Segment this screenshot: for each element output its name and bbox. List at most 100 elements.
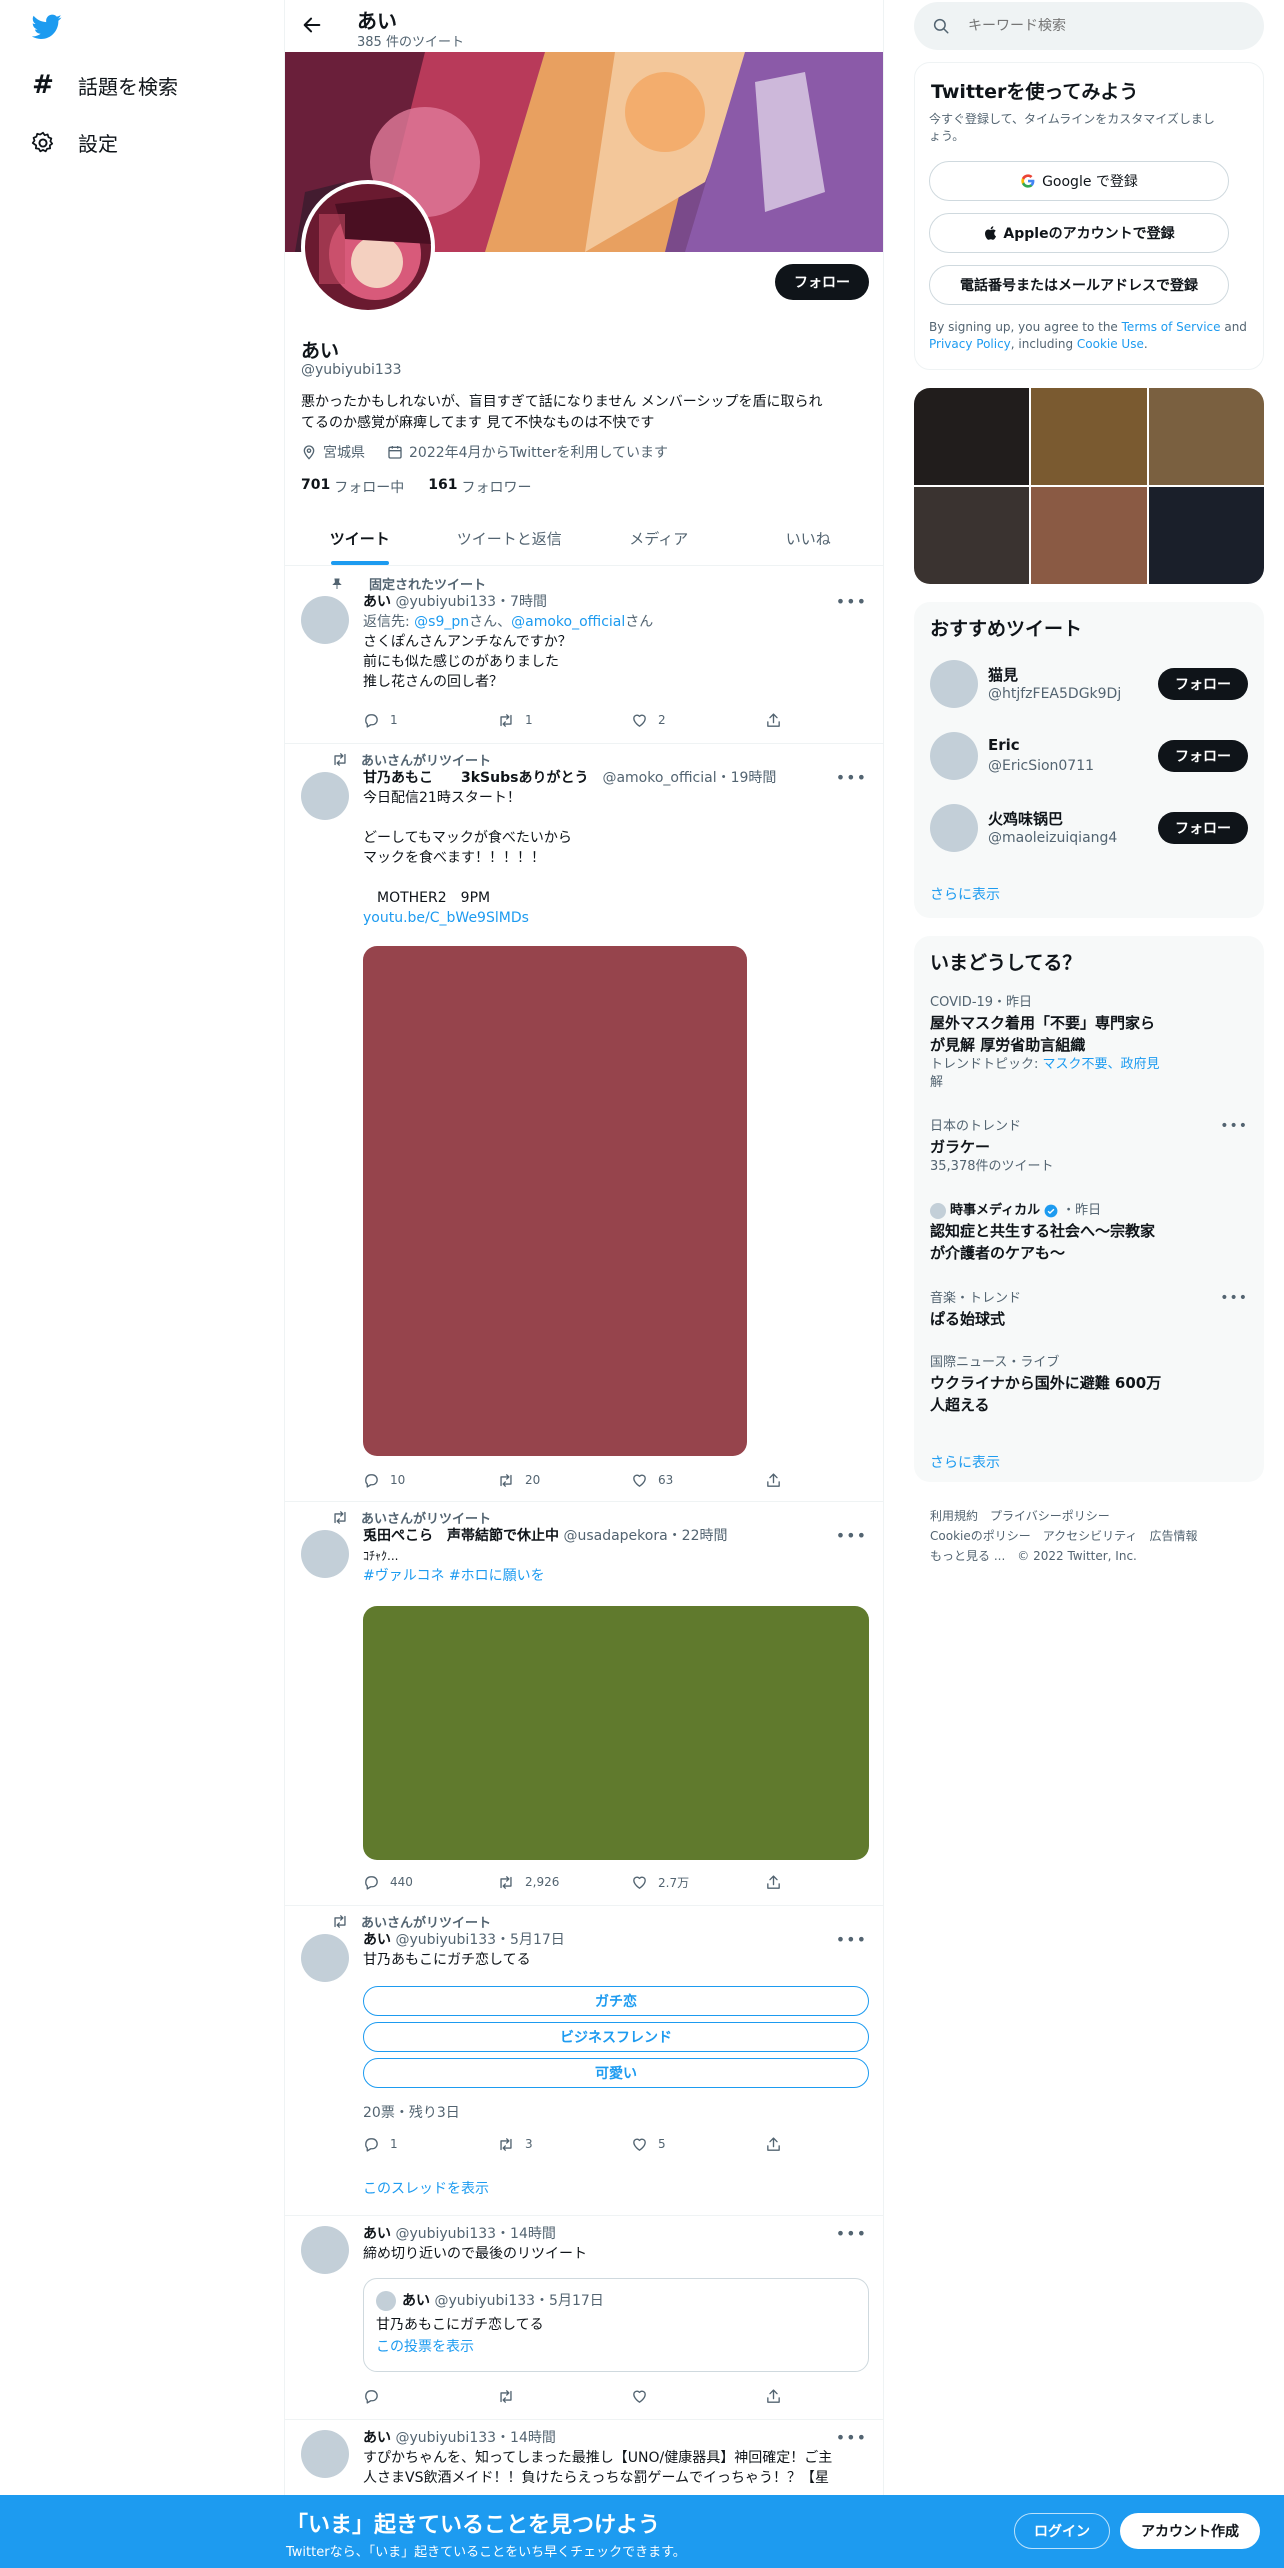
trend-topic-links[interactable]: マスク不要、政府見 — [1043, 1057, 1160, 1072]
avatar[interactable] — [301, 1934, 349, 1982]
trend-item[interactable]: 日本のトレンド ガラケー 35,378件のツイート ••• — [930, 1118, 1248, 1176]
more-options-icon[interactable]: ••• — [836, 2428, 867, 2447]
tweet[interactable]: あい @yubiyubi133・14時間 締め切り近いので最後のリツイート ••… — [285, 2216, 883, 2420]
reply-button[interactable]: 1 — [363, 2134, 497, 2154]
tweet[interactable]: あいさんがリツイート 兎田ぺこら 声帯結節で休止中 @usadapekora・2… — [285, 1502, 883, 1906]
follow-button[interactable]: フォロー — [1158, 740, 1248, 772]
twitter-bird-icon[interactable] — [32, 14, 62, 40]
profile-follow-button[interactable]: フォロー — [775, 264, 869, 300]
footer-privacy-link[interactable]: プライバシーポリシー — [990, 1509, 1110, 1523]
followers-count[interactable]: 161 — [428, 477, 457, 497]
reply-mention[interactable]: @s9_pn — [414, 614, 469, 630]
media-thumbnail[interactable] — [1148, 487, 1264, 584]
google-signup-button[interactable]: Google で登録 — [929, 161, 1229, 201]
followers-label[interactable]: フォロワー — [461, 477, 531, 497]
share-button[interactable] — [765, 2386, 793, 2406]
follow-button[interactable]: フォロー — [1158, 812, 1248, 844]
retweet-button[interactable]: 1 — [497, 710, 631, 730]
reply-button[interactable]: 1 — [363, 710, 497, 730]
media-thumbnail[interactable] — [1148, 388, 1264, 485]
login-button[interactable]: ログイン — [1014, 2513, 1110, 2549]
avatar[interactable] — [930, 660, 978, 708]
tweet[interactable]: あいさんがリツイート あい @yubiyubi133・5月17日 甘乃あもこにガ… — [285, 1906, 883, 2216]
tweet-author-name[interactable]: あい — [363, 2226, 391, 2242]
avatar[interactable] — [930, 804, 978, 852]
recommended-user-name[interactable]: Eric — [988, 736, 1020, 754]
show-poll-link[interactable]: この投票を表示 — [376, 2337, 474, 2357]
poll-option[interactable]: ガチ恋 — [363, 1986, 869, 2016]
like-button[interactable]: 63 — [631, 1470, 765, 1490]
retweet-button[interactable]: 20 — [497, 1470, 631, 1490]
footer-more-link[interactable]: もっと見る ... — [930, 1549, 1005, 1563]
trend-item[interactable]: 音楽・トレンド ぱる始球式 ••• — [930, 1290, 1248, 1330]
tweet-author-name[interactable]: あい — [363, 2430, 391, 2446]
media-thumbnail[interactable] — [914, 388, 1030, 485]
tweet-media-image[interactable] — [363, 946, 747, 1456]
avatar[interactable] — [930, 732, 978, 780]
share-button[interactable] — [765, 1872, 793, 1892]
tweet-author-name[interactable]: 甘乃あもこ 3kSubsありがとう — [363, 770, 588, 786]
avatar[interactable] — [301, 596, 349, 644]
tweet-link[interactable]: youtu.be/C_bWe9SlMDs — [363, 908, 867, 928]
retweet-button[interactable]: 2,926 — [497, 1872, 631, 1892]
avatar[interactable] — [301, 1530, 349, 1578]
tab-tweets[interactable]: ツイート — [285, 512, 435, 565]
privacy-link[interactable]: Privacy Policy — [929, 337, 1011, 351]
media-thumbnail[interactable] — [1031, 487, 1147, 584]
footer-accessibility-link[interactable]: アクセシビリティ — [1043, 1529, 1138, 1543]
tweet-author-name[interactable]: あい — [363, 1932, 391, 1948]
recommended-user-name[interactable]: 猫見 — [988, 664, 1018, 685]
following-label[interactable]: フォロー中 — [334, 477, 404, 497]
more-options-icon[interactable]: ••• — [836, 2224, 867, 2243]
like-button[interactable]: 5 — [631, 2134, 765, 2154]
trend-item[interactable]: COVID-19・昨日 屋外マスク着用「不要」専門家ら が見解 厚労省助言組織 … — [930, 994, 1248, 1092]
more-options-icon[interactable]: ••• — [1220, 1118, 1248, 1134]
more-options-icon[interactable]: ••• — [1220, 1290, 1248, 1306]
tab-tweets-and-replies[interactable]: ツイートと返信 — [435, 512, 585, 565]
follow-button[interactable]: フォロー — [1158, 668, 1248, 700]
more-options-icon[interactable]: ••• — [836, 1526, 867, 1545]
reply-button[interactable]: 440 — [363, 1872, 497, 1892]
like-button[interactable]: 2.7万 — [631, 1872, 765, 1892]
like-button[interactable]: 2 — [631, 710, 765, 730]
profile-avatar[interactable] — [301, 180, 435, 314]
poll-option[interactable]: 可愛い — [363, 2058, 869, 2088]
tweet-author-name[interactable]: あい — [363, 594, 391, 610]
nav-explore[interactable]: # 話題を検索 — [30, 70, 178, 100]
more-options-icon[interactable]: ••• — [836, 768, 867, 787]
tweet[interactable]: 固定されたツイート あい @yubiyubi133・7時間 返信先: @s9_p… — [285, 566, 883, 744]
apple-signup-button[interactable]: Appleのアカウントで登録 — [929, 213, 1229, 253]
reply-button[interactable] — [363, 2386, 497, 2406]
tab-media[interactable]: メディア — [584, 512, 734, 565]
tweet[interactable]: あいさんがリツイート 甘乃あもこ 3kSubsありがとう @amoko_offi… — [285, 744, 883, 1502]
search-input[interactable] — [968, 18, 1238, 34]
show-thread-link[interactable]: このスレッドを表示 — [363, 2178, 489, 2198]
share-button[interactable] — [765, 710, 793, 730]
recommended-show-more[interactable]: さらに表示 — [930, 884, 1000, 904]
footer-ads-link[interactable]: 広告情報 — [1149, 1529, 1197, 1543]
poll-option[interactable]: ビジネスフレンド — [363, 2022, 869, 2052]
search-box[interactable] — [914, 2, 1264, 50]
footer-terms-link[interactable]: 利用規約 — [930, 1509, 978, 1523]
terms-link[interactable]: Terms of Service — [1122, 320, 1221, 334]
avatar[interactable] — [301, 772, 349, 820]
retweet-button[interactable]: 3 — [497, 2134, 631, 2154]
trend-item[interactable]: 時事メディカル ・昨日 認知症と共生する社会へ～宗教家 が介護者のケアも～ — [930, 1202, 1248, 1264]
signup-button[interactable]: アカウント作成 — [1120, 2513, 1260, 2549]
share-button[interactable] — [765, 2134, 793, 2154]
tweet-media-image[interactable] — [363, 1606, 869, 1860]
like-button[interactable] — [631, 2386, 765, 2406]
footer-cookie-link[interactable]: Cookieのポリシー — [930, 1529, 1031, 1543]
phone-email-signup-button[interactable]: 電話番号またはメールアドレスで登録 — [929, 265, 1229, 305]
back-arrow-icon[interactable] — [301, 14, 323, 36]
cookie-link[interactable]: Cookie Use — [1077, 337, 1144, 351]
tweet-hashtags[interactable]: #ヴァルコネ #ホロに願いを — [363, 1566, 867, 1586]
tab-likes[interactable]: いいね — [734, 512, 884, 565]
tweet-author-name[interactable]: 兎田ぺこら 声帯結節で休止中 — [363, 1528, 559, 1544]
trends-show-more[interactable]: さらに表示 — [930, 1452, 1000, 1472]
avatar[interactable] — [301, 2430, 349, 2478]
retweet-button[interactable] — [497, 2386, 631, 2406]
media-thumbnail[interactable] — [914, 487, 1030, 584]
more-options-icon[interactable]: ••• — [836, 1930, 867, 1949]
reply-button[interactable]: 10 — [363, 1470, 497, 1490]
